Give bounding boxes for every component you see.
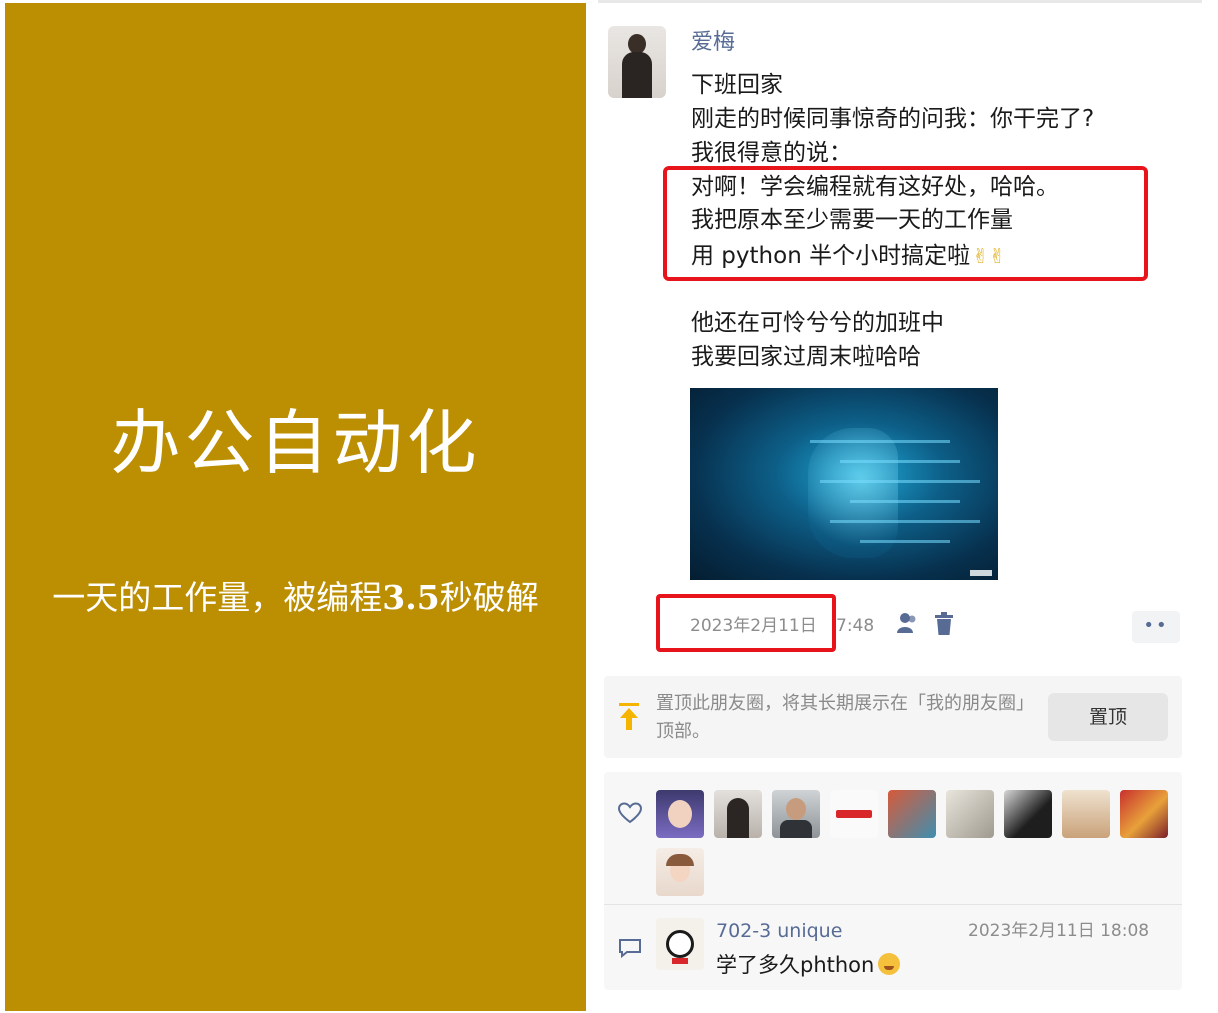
comment-body: 学了多久phthon <box>716 953 875 977</box>
friends-visibility-icon[interactable] <box>896 612 918 634</box>
avatar-face <box>668 800 692 828</box>
avatar-head <box>628 34 646 54</box>
like-avatar-food[interactable] <box>1062 790 1110 838</box>
like-avatar-dark[interactable] <box>1004 790 1052 838</box>
scan-line <box>860 540 950 543</box>
image-watermark <box>970 570 992 576</box>
slide-panel: 办公自动化 一天的工作量，被编程3.5秒破解 <box>5 3 586 1011</box>
comment-time: 2023年2月11日 18:08 <box>968 921 1150 941</box>
author-avatar[interactable] <box>608 26 666 98</box>
avatar-logo-mark <box>836 810 872 818</box>
subtitle-number: 3.5 <box>382 578 440 617</box>
post-line: 他还在可怜兮兮的加班中 <box>691 310 944 336</box>
comment-divider <box>604 904 1182 905</box>
slide-title: 办公自动化 <box>110 402 481 484</box>
author-name[interactable]: 爱梅 <box>691 28 735 58</box>
like-avatar-woman[interactable] <box>714 790 762 838</box>
post-line: 刚走的时候同事惊奇的问我：你干完了? <box>691 106 1095 132</box>
avatar-body <box>622 52 652 98</box>
like-avatar-young-woman[interactable] <box>656 848 704 896</box>
like-avatar-colorful[interactable] <box>1120 790 1168 838</box>
avatar-face <box>786 798 806 820</box>
comment-icon <box>619 939 641 958</box>
heart-icon <box>618 802 642 824</box>
top-divider <box>598 0 1202 3</box>
post-image[interactable] <box>690 388 998 580</box>
avatar-hair <box>666 854 694 866</box>
panda-face <box>666 930 694 958</box>
like-avatar-sketch[interactable] <box>946 790 994 838</box>
slide-subtitle: 一天的工作量，被编程3.5秒破解 <box>5 576 586 620</box>
likes-comments-panel: 702-3 unique 2023年2月11日 18:08 学了多久phthon <box>604 772 1182 990</box>
ai-face-graphic <box>808 428 898 558</box>
post-line: 我很得意的说： <box>691 140 852 166</box>
post-time: 7:48 <box>836 616 875 636</box>
subtitle-prefix: 一天的工作量，被编程 <box>52 578 383 617</box>
post-line: 下班回家 <box>691 72 783 98</box>
scan-line <box>810 440 950 443</box>
date-highlight-box <box>656 594 836 652</box>
more-button[interactable]: •• <box>1132 611 1180 643</box>
post-line: 我要回家过周末啦哈哈 <box>691 344 921 370</box>
pin-top-icon <box>619 703 639 730</box>
scan-line <box>840 460 960 463</box>
subtitle-suffix: 秒破解 <box>439 578 539 617</box>
pin-button[interactable]: 置顶 <box>1048 693 1168 741</box>
like-avatar-cartoon-girl[interactable] <box>656 790 704 838</box>
grinning-face-icon <box>878 953 901 975</box>
delete-icon[interactable] <box>934 612 954 636</box>
like-avatar-logo[interactable] <box>830 790 878 838</box>
comment-username[interactable]: 702-3 unique <box>716 918 842 944</box>
panda-accent <box>672 958 688 964</box>
comment-avatar[interactable] <box>656 918 704 970</box>
avatar-body <box>780 820 812 838</box>
avatar-figure <box>727 798 749 838</box>
like-avatar-anime[interactable] <box>888 790 936 838</box>
moments-post: 爱梅 下班回家 刚走的时候同事惊奇的问我：你干完了? 我很得意的说： 对啊！学会… <box>586 0 1218 1013</box>
highlight-box <box>663 166 1148 281</box>
scan-line <box>850 500 960 503</box>
like-avatar-man[interactable] <box>772 790 820 838</box>
pin-description: 置顶此朋友圈，将其长期展示在「我的朋友圈」顶部。 <box>656 693 1034 742</box>
comment-text[interactable]: 学了多久phthon <box>716 950 901 980</box>
scan-line <box>830 520 980 523</box>
scan-line <box>820 480 980 483</box>
pin-panel: 置顶此朋友圈，将其长期展示在「我的朋友圈」顶部。 置顶 <box>604 676 1182 758</box>
